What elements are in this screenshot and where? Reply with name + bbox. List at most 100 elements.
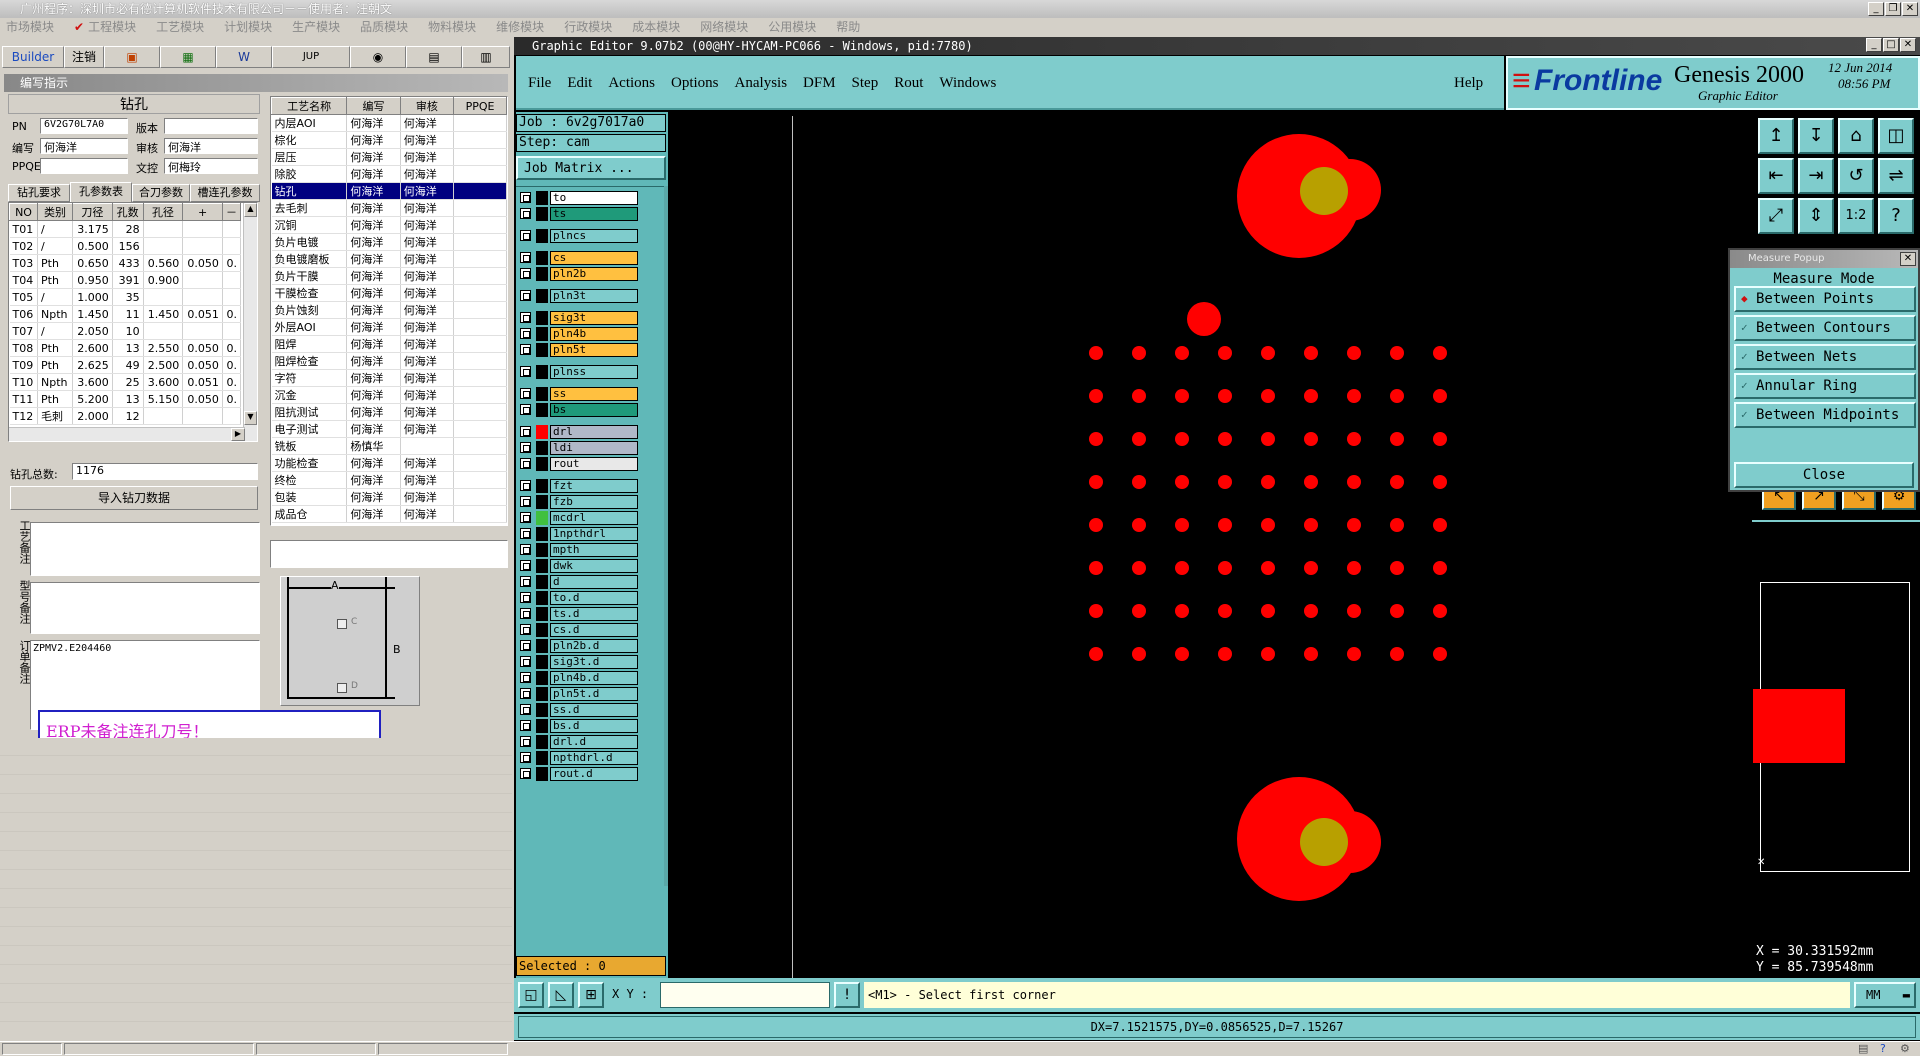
drill-row[interactable]: T03 Pth 0.650 433 0.560 0.050 0. [9,254,242,272]
toolbar-tool-icon[interactable]: ↺ [1838,158,1874,194]
toolbar-tool-icon[interactable]: ? [1878,198,1914,234]
checkbox-d[interactable] [337,683,347,693]
layer-color-swatch[interactable] [536,311,548,325]
toolbar-tool-icon[interactable]: ↥ [1758,118,1794,154]
scroll-up-icon[interactable]: ▲ [244,203,257,217]
process-row[interactable]: 钻孔 何海洋 何海洋 [271,182,507,200]
layer-name[interactable]: pln2b.d [550,639,638,653]
taskbar-slot-3[interactable] [256,1043,376,1055]
xy-input[interactable] [660,982,830,1008]
jup-button[interactable]: JUP [272,46,350,68]
layer-name[interactable]: cs [550,251,638,265]
layer-checkbox[interactable] [520,208,531,219]
scroll-right-icon[interactable]: ▶ [231,428,245,441]
layer-color-swatch[interactable] [536,457,548,471]
layer-name[interactable]: cs.d [550,623,638,637]
layer-color-swatch[interactable] [536,735,548,749]
layer-checkbox[interactable] [520,442,531,453]
layer-name[interactable]: rout [550,457,638,471]
layer-name[interactable]: ts.d [550,607,638,621]
layer-color-swatch[interactable] [536,591,548,605]
process-column-header[interactable]: 审核 [399,97,455,115]
drill-column-header[interactable]: 刀径 [72,203,113,221]
process-column-header[interactable]: 编写 [346,97,401,115]
scroll-down-icon[interactable]: ▼ [244,411,257,425]
layer-row[interactable]: to [520,191,650,205]
layer-row[interactable]: bs.d [520,719,650,733]
layer-color-swatch[interactable] [536,479,548,493]
layer-row[interactable]: drl [520,425,650,439]
process-row[interactable]: 干膜检查 何海洋 何海洋 [271,284,507,302]
layer-color-swatch[interactable] [536,495,548,509]
zoom-window-icon[interactable]: ◱ [518,982,544,1008]
layer-row[interactable]: ss [520,387,650,401]
toolbar-tool-icon[interactable]: ⇌ [1878,158,1914,194]
toolbar-tool-icon[interactable]: ⤢ [1758,198,1794,234]
measure-option[interactable]: ◆ Between Points [1734,286,1916,312]
layer-color-swatch[interactable] [536,511,548,525]
toolbar-tool-icon[interactable]: 1:2 [1838,198,1874,234]
genesis-menu-item[interactable]: Options [671,75,719,91]
layer-row[interactable]: plncs [520,229,650,243]
layer-row[interactable]: cs [520,251,650,265]
pn-field[interactable]: 6V2G70L7A0 [40,118,128,134]
popup-close-icon[interactable]: ✕ [1900,252,1916,266]
process-note-field[interactable] [30,522,260,576]
layer-color-swatch[interactable] [536,623,548,637]
layer-checkbox[interactable] [520,768,531,779]
close-button[interactable]: ✕ [1902,2,1918,16]
layer-checkbox[interactable] [520,592,531,603]
app-menu-item[interactable]: 品质模块 [360,20,408,34]
overview-window[interactable]: ✕ [1753,582,1910,872]
toolbar-tool-icon[interactable]: ⇤ [1758,158,1794,194]
process-row[interactable]: 成品仓 何海洋 何海洋 [271,505,507,523]
process-column-header[interactable]: 工艺名称 [271,97,348,115]
layer-color-swatch[interactable] [536,229,548,243]
builder-button[interactable]: Builder [2,46,64,68]
layer-checkbox[interactable] [520,640,531,651]
genesis-menu-item[interactable]: DFM [803,75,836,91]
layer-row[interactable]: ldi [520,441,650,455]
process-row[interactable]: 阻抗测试 何海洋 何海洋 [271,403,507,421]
ppt-icon[interactable]: ▣ [104,46,160,68]
toolbar-tool-icon[interactable]: ⇕ [1798,198,1834,234]
layer-checkbox[interactable] [520,404,531,415]
layer-name[interactable]: plnss [550,365,638,379]
genesis-menu-item[interactable]: Step [852,75,879,91]
drill-column-header[interactable]: － [221,203,242,221]
layer-checkbox[interactable] [520,268,531,279]
layer-color-swatch[interactable] [536,543,548,557]
layer-color-swatch[interactable] [536,559,548,573]
layer-checkbox[interactable] [520,458,531,469]
layer-row[interactable]: sig3t.d [520,655,650,669]
layer-name[interactable]: ss [550,387,638,401]
taskbar-slot-1[interactable] [2,1043,62,1055]
layer-checkbox[interactable] [520,344,531,355]
layer-name[interactable]: fzt [550,479,638,493]
control-field[interactable]: 何梅玲 [164,158,258,174]
layer-name[interactable]: 1npthdrl [550,527,638,541]
tab-merge-params[interactable]: 合刀参数 [132,184,190,202]
layer-row[interactable]: to.d [520,591,650,605]
layer-row[interactable]: fzt [520,479,650,493]
drill-row[interactable]: T06 Npth 1.450 11 1.450 0.051 0. [9,305,242,323]
layer-name[interactable]: bs [550,403,638,417]
minimize-button[interactable]: _ [1868,2,1884,16]
genesis-menu-item[interactable]: Actions [608,75,655,91]
layer-checkbox[interactable] [520,608,531,619]
drill-row[interactable]: T05/1.000 35 [9,288,242,306]
layer-color-swatch[interactable] [536,655,548,669]
exclamation-icon[interactable]: ! [834,982,860,1008]
grid-icon[interactable]: ⊞ [578,982,604,1008]
process-row[interactable]: 沉金 何海洋 何海洋 [271,386,507,404]
layer-checkbox[interactable] [520,544,531,555]
document-icon[interactable]: ▤ [406,46,462,68]
layer-checkbox[interactable] [520,388,531,399]
layer-row[interactable]: sig3t [520,311,650,325]
layer-checkbox[interactable] [520,688,531,699]
layer-checkbox[interactable] [520,560,531,571]
process-input[interactable] [270,540,508,568]
layer-row[interactable]: plnss [520,365,650,379]
layer-color-swatch[interactable] [536,575,548,589]
layer-checkbox[interactable] [520,366,531,377]
